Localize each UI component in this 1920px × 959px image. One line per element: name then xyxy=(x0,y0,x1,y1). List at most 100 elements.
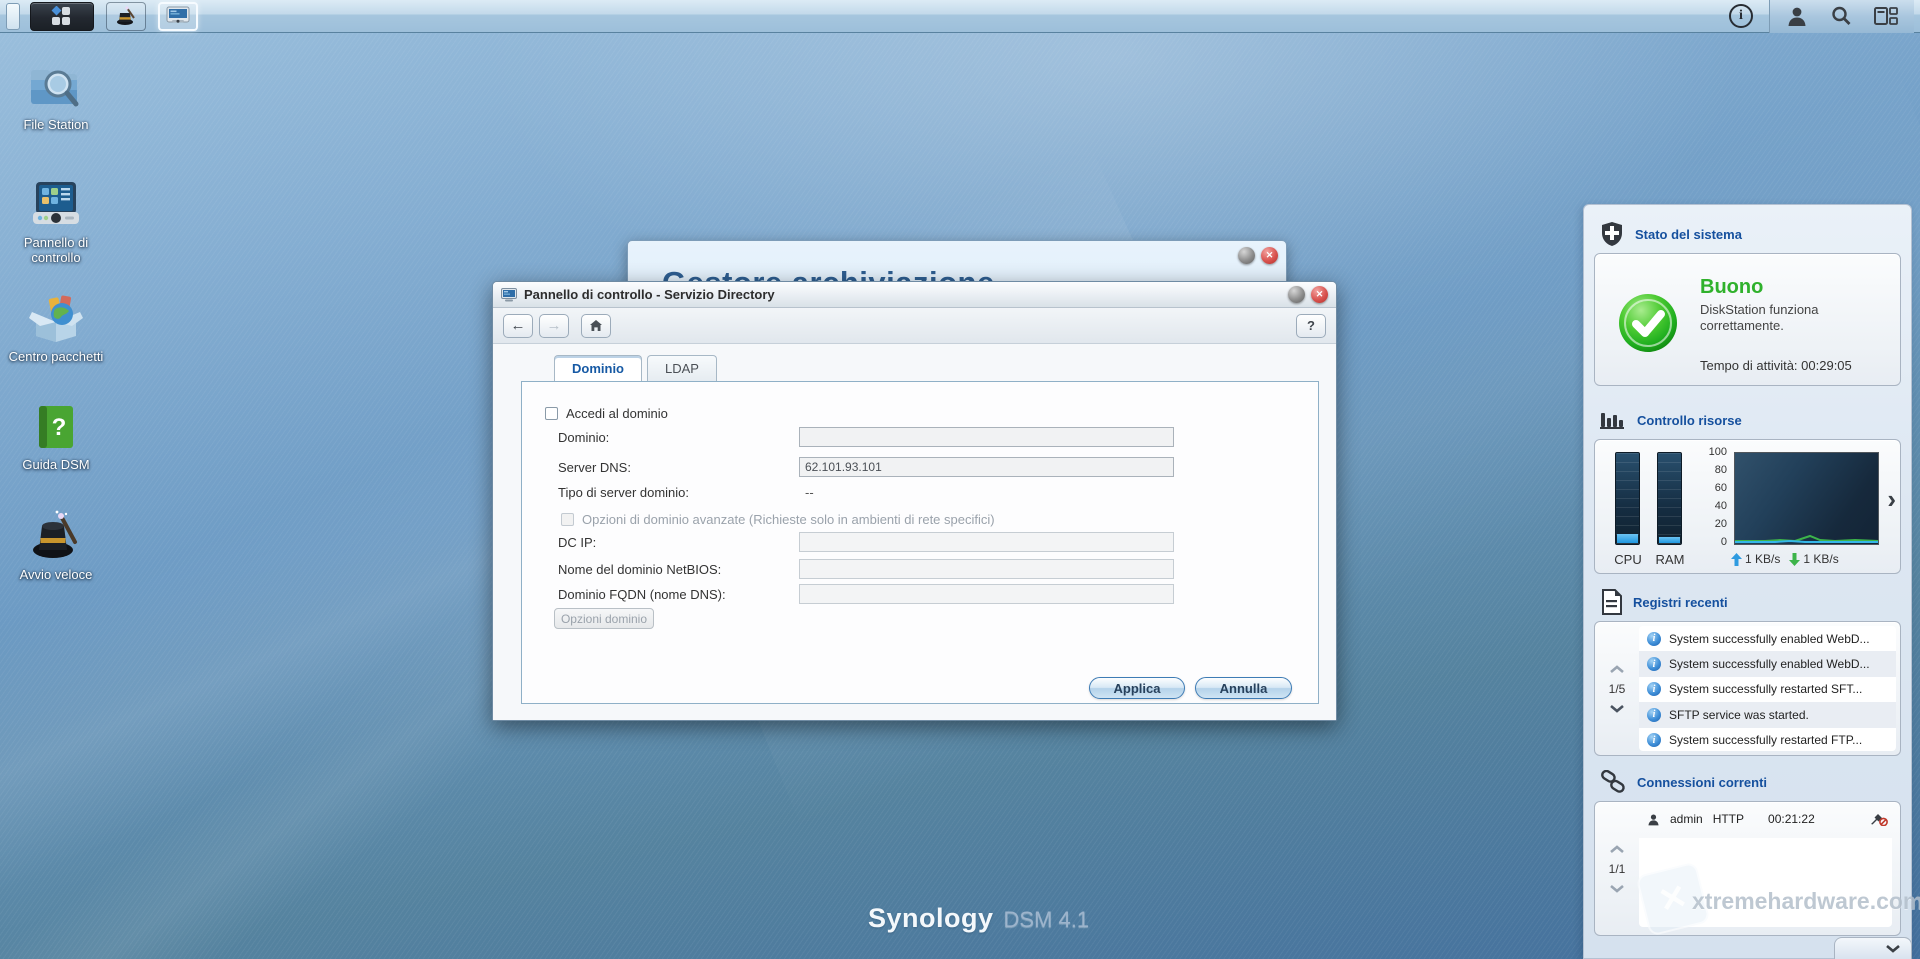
close-icon[interactable]: ✕ xyxy=(1261,247,1278,264)
taskbar-quick-start-button[interactable] xyxy=(106,1,146,31)
domain-options-button: Opzioni dominio xyxy=(554,608,654,629)
home-button[interactable] xyxy=(581,313,611,338)
info-icon: i xyxy=(1647,657,1661,672)
page-up-icon[interactable] xyxy=(1609,844,1625,854)
cpu-bar-fill xyxy=(1617,533,1638,543)
disconnect-icon[interactable] xyxy=(1870,812,1888,826)
taskbar: i xyxy=(0,0,1920,33)
join-domain-checkbox[interactable] xyxy=(545,407,558,420)
widget-title: Controllo risorse xyxy=(1637,412,1742,428)
network-graph xyxy=(1734,452,1879,545)
network-speeds: 1 KB/s 1 KB/s xyxy=(1731,552,1839,566)
log-row: i System successfully restarted SFT... xyxy=(1639,677,1896,702)
close-icon[interactable]: ✕ xyxy=(1311,286,1328,303)
netbios-input xyxy=(799,559,1174,579)
home-icon xyxy=(590,320,602,331)
dialog-titlebar[interactable]: Pannello di controllo - Servizio Directo… xyxy=(493,282,1336,308)
connection-protocol: HTTP xyxy=(1712,812,1745,826)
dns-label: Server DNS: xyxy=(558,460,631,475)
info-icon: i xyxy=(1739,8,1743,23)
info-icon: i xyxy=(1647,733,1661,748)
apply-button[interactable]: Applica xyxy=(1089,677,1185,699)
fqdn-label: Dominio FQDN (nome DNS): xyxy=(558,587,726,602)
ram-label: RAM xyxy=(1655,552,1685,567)
connections-page-indicator: 1/1 xyxy=(1608,861,1626,876)
desktop-icon-dsm-help[interactable]: ? Guida DSM xyxy=(0,402,112,472)
user-icon[interactable] xyxy=(1786,5,1808,27)
dsm-watermark: Synology DSM 4.1 xyxy=(868,903,1089,934)
log-row: i SFTP service was started. xyxy=(1639,702,1896,728)
taskbar-tray xyxy=(1769,0,1914,33)
user-icon xyxy=(1648,814,1659,825)
app-window-icon xyxy=(166,6,190,23)
page-down-icon[interactable] xyxy=(1609,884,1625,893)
dialog-title: Pannello di controllo - Servizio Directo… xyxy=(524,287,775,302)
minimize-button[interactable] xyxy=(1288,286,1305,303)
status-description: DiskStation funziona correttamente. xyxy=(1700,302,1819,333)
cpu-label: CPU xyxy=(1614,552,1642,567)
widget-panel: Stato del sistema Buono DiskStation funz… xyxy=(1583,204,1912,959)
tab-dominio[interactable]: Dominio xyxy=(554,355,642,381)
upload-speed: 1 KB/s xyxy=(1745,552,1781,566)
download-speed: 1 KB/s xyxy=(1803,552,1839,566)
desktop-icon-file-station[interactable]: File Station xyxy=(0,60,112,132)
desktop-icon-label: Avvio veloce xyxy=(19,567,93,582)
logs-page-indicator: 1/5 xyxy=(1608,681,1626,696)
control-panel-icon xyxy=(0,178,112,230)
download-arrow-icon xyxy=(1789,552,1801,566)
system-status-widget: Stato del sistema Buono DiskStation funz… xyxy=(1584,219,1911,386)
widget-panel-collapse-tab[interactable] xyxy=(1834,937,1912,959)
page-down-icon[interactable] xyxy=(1609,704,1625,713)
current-connections-widget: Connessioni correnti 1/1 admin HTTP 00:2… xyxy=(1584,767,1911,936)
dialog-body: Dominio LDAP Accedi al dominio Dominio: … xyxy=(493,344,1336,720)
advanced-options-checkbox xyxy=(561,513,574,526)
connection-row: admin HTTP 00:21:22 xyxy=(1639,806,1896,832)
desktop-icon-label: Centro pacchetti xyxy=(8,349,104,364)
magic-hat-icon xyxy=(117,6,135,25)
bar-chart-icon xyxy=(1600,413,1624,429)
svg-text:?: ? xyxy=(52,414,67,441)
dc-ip-label: DC IP: xyxy=(558,535,597,550)
info-button[interactable]: i xyxy=(1729,4,1753,28)
minimize-button[interactable] xyxy=(1238,247,1255,264)
search-icon[interactable] xyxy=(1830,5,1852,27)
resource-monitor-expand-chevron[interactable]: › xyxy=(1887,486,1896,512)
cancel-button[interactable]: Annulla xyxy=(1195,677,1292,699)
package-center-icon xyxy=(0,292,112,344)
widget-title: Stato del sistema xyxy=(1635,226,1742,242)
main-menu-button[interactable] xyxy=(30,1,94,31)
desktop-icon-label: Guida DSM xyxy=(22,457,90,472)
join-domain-label: Accedi al dominio xyxy=(566,406,668,421)
domain-input[interactable] xyxy=(799,427,1174,447)
link-icon xyxy=(1601,770,1625,793)
desktop-icon-package-center[interactable]: Centro pacchetti xyxy=(0,292,112,364)
show-desktop-button[interactable] xyxy=(6,2,20,30)
taskbar-storage-manager-button[interactable] xyxy=(158,1,198,31)
desktop-icon-label: File Station xyxy=(23,117,89,132)
pilot-view-icon[interactable] xyxy=(1874,6,1898,26)
logs-pager: 1/5 xyxy=(1595,622,1639,755)
tab-ldap[interactable]: LDAP xyxy=(647,355,717,381)
dialog-toolbar: ← → ? xyxy=(493,308,1336,344)
brand-text: Synology xyxy=(868,903,994,933)
netbios-label: Nome del dominio NetBIOS: xyxy=(558,562,722,577)
recent-logs-widget: Registri recenti 1/5 i System successfull… xyxy=(1584,587,1911,756)
ram-bar-fill xyxy=(1659,536,1680,543)
status-value: Buono xyxy=(1700,276,1764,298)
help-button[interactable]: ? xyxy=(1296,313,1326,338)
fqdn-input xyxy=(799,584,1174,604)
shield-icon xyxy=(1602,222,1622,246)
advanced-options-label: Opzioni di dominio avanzate (Richieste s… xyxy=(582,512,995,527)
dns-input[interactable] xyxy=(799,457,1174,477)
main-menu-icon xyxy=(51,6,70,25)
status-ok-icon xyxy=(1617,292,1679,359)
desktop-icon-quick-start[interactable]: Avvio veloce xyxy=(0,508,112,582)
help-book-icon: ? xyxy=(0,402,112,452)
dc-ip-input xyxy=(799,532,1174,552)
back-button[interactable]: ← xyxy=(503,313,533,338)
desktop-icon-control-panel[interactable]: Pannello di controllo xyxy=(0,178,112,265)
cpu-meter xyxy=(1615,452,1640,545)
info-icon: i xyxy=(1647,707,1661,722)
log-row: i System successfully restarted FTP... xyxy=(1639,728,1896,751)
page-up-icon[interactable] xyxy=(1609,664,1625,674)
